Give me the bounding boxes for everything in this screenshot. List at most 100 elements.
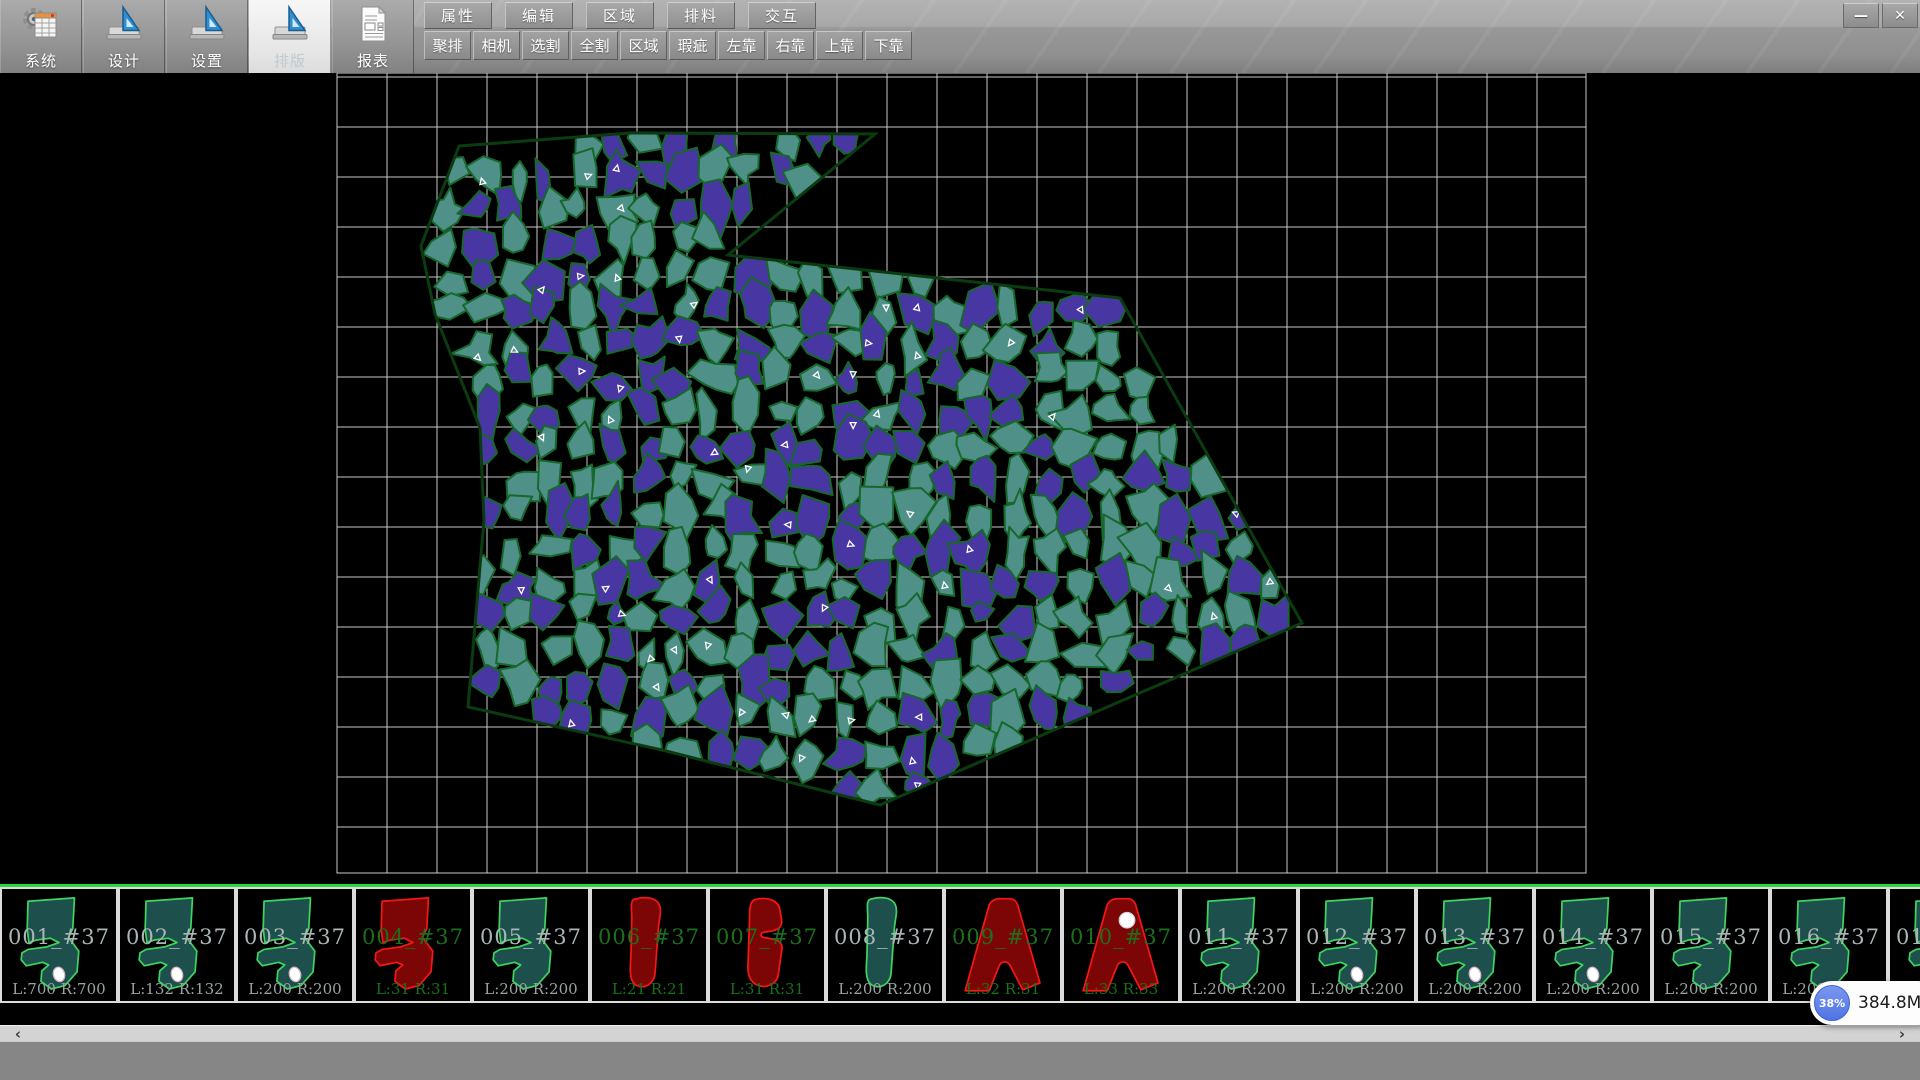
top-toolbar: 系统 设计 设置 排版 报表 属性编辑区域排料交互 聚排相机选割全割区域瑕 [0, 0, 1920, 73]
progress-circle: 38% [1814, 985, 1850, 1021]
menu-tab-2[interactable]: 编辑 [505, 2, 573, 29]
toolbar-button-label: 报表 [357, 50, 389, 71]
part-thumbnail-1[interactable]: 001_#37 L:700 R:700 [0, 887, 118, 1003]
menu-tab-5[interactable]: 交互 [748, 2, 816, 29]
part-size: L:200 R:200 [828, 980, 942, 998]
toolbar-button-2[interactable]: 设计 [83, 0, 165, 73]
part-thumbnail-15[interactable]: 015_#37 L:200 R:200 [1652, 887, 1770, 1003]
part-name: 005_#37 [474, 925, 588, 949]
part-name: 016_#37 [1772, 925, 1886, 949]
nested-pieces [423, 112, 1288, 806]
part-name: 017_#37 [1890, 925, 1920, 949]
tool-button-3[interactable]: 选割 [522, 31, 569, 60]
nesting-canvas[interactable] [0, 73, 1920, 884]
part-name: 006_#37 [592, 925, 706, 949]
minimize-button[interactable]: — [1843, 3, 1879, 28]
part-name: 015_#37 [1654, 925, 1768, 949]
minimize-icon: — [1854, 8, 1868, 24]
part-name: 007_#37 [710, 925, 824, 949]
toolbar-button-label: 设计 [108, 50, 140, 71]
menu-tab-4[interactable]: 排料 [667, 2, 735, 29]
part-size: L:200 R:200 [1182, 980, 1296, 998]
part-size: L:200 R:200 [238, 980, 352, 998]
toolbar-button-3[interactable]: 设置 [166, 0, 248, 73]
memory-usage-pill[interactable]: 38% 384.8M [1810, 981, 1920, 1025]
part-name: 010_#37 [1064, 925, 1178, 949]
toolbar-button-4[interactable]: 排版 [249, 0, 331, 73]
menu-tab-3[interactable]: 区域 [586, 2, 654, 29]
part-size: L:700 R:700 [2, 980, 116, 998]
toolbar-button-label: 设置 [191, 50, 223, 71]
part-thumbnail-14[interactable]: 014_#37 L:200 R:200 [1534, 887, 1652, 1003]
tool-button-10[interactable]: 下靠 [865, 31, 912, 60]
part-name: 012_#37 [1300, 925, 1414, 949]
toolbar-button-5[interactable]: 报表 [332, 0, 414, 73]
part-name: 002_#37 [120, 925, 234, 949]
part-thumbnail-4[interactable]: 004_#37 L:31 R:31 [354, 887, 472, 1003]
app-window: 系统 设计 设置 排版 报表 属性编辑区域排料交互 聚排相机选割全割区域瑕 [0, 0, 1920, 1080]
settings-icon [187, 4, 227, 48]
part-name: 004_#37 [356, 925, 470, 949]
part-size: L:31 R:31 [356, 980, 470, 998]
canvas-area[interactable] [0, 73, 1920, 884]
part-name: 014_#37 [1536, 925, 1650, 949]
part-size: L:33 R:33 [1064, 980, 1178, 998]
part-size: L:200 R:200 [1300, 980, 1414, 998]
part-size: L:32 R:31 [946, 980, 1060, 998]
part-thumbnail-6[interactable]: 006_#37 L:21 R:21 [590, 887, 708, 1003]
window-controls: — ✕ [1843, 3, 1918, 28]
tool-button-1[interactable]: 聚排 [424, 31, 471, 60]
part-name: 003_#37 [238, 925, 352, 949]
tool-button-4[interactable]: 全割 [571, 31, 618, 60]
part-size: L:31 R:31 [710, 980, 824, 998]
part-size: L:200 R:200 [474, 980, 588, 998]
tool-button-bar: 聚排相机选割全割区域瑕疵左靠右靠上靠下靠 [424, 31, 914, 60]
part-thumbnail-8[interactable]: 008_#37 L:200 R:200 [826, 887, 944, 1003]
part-thumbnail-5[interactable]: 005_#37 L:200 R:200 [472, 887, 590, 1003]
menu-tab-1[interactable]: 属性 [424, 2, 492, 29]
part-name: 011_#37 [1182, 925, 1296, 949]
system-icon [21, 4, 61, 48]
part-thumbnail-10[interactable]: 010_#37 L:33 R:33 [1062, 887, 1180, 1003]
progress-value: 38% [1819, 997, 1845, 1010]
tool-button-2[interactable]: 相机 [473, 31, 520, 60]
part-name: 008_#37 [828, 925, 942, 949]
toolbar-button-1[interactable]: 系统 [0, 0, 82, 73]
part-size: L:200 R:200 [1418, 980, 1532, 998]
part-thumbnail-13[interactable]: 013_#37 L:200 R:200 [1416, 887, 1534, 1003]
menu-tab-bar: 属性编辑区域排料交互 [424, 2, 829, 29]
main-toolbar: 系统 设计 设置 排版 报表 [0, 0, 415, 73]
part-thumbnail-9[interactable]: 009_#37 L:32 R:31 [944, 887, 1062, 1003]
horizontal-scrollbar[interactable]: ‹ › [0, 1025, 1920, 1041]
part-name: 001_#37 [2, 925, 116, 949]
part-thumbnail-2[interactable]: 002_#37 L:132 R:132 [118, 887, 236, 1003]
part-name: 013_#37 [1418, 925, 1532, 949]
part-thumbnail-12[interactable]: 012_#37 L:200 R:200 [1298, 887, 1416, 1003]
parts-panel: 001_#37 L:700 R:700 002_#37 L:132 R:132 … [0, 884, 1920, 1025]
part-size: L:200 R:200 [1536, 980, 1650, 998]
scroll-left-button[interactable]: ‹ [0, 1026, 36, 1042]
layout-icon [270, 4, 310, 48]
toolbar-button-label: 排版 [274, 50, 306, 71]
part-name: 009_#37 [946, 925, 1060, 949]
part-size: L:200 R:200 [1654, 980, 1768, 998]
parts-list: 001_#37 L:700 R:700 002_#37 L:132 R:132 … [0, 887, 1920, 1003]
part-thumbnail-11[interactable]: 011_#37 L:200 R:200 [1180, 887, 1298, 1003]
toolbar-button-label: 系统 [25, 50, 57, 71]
tool-button-8[interactable]: 右靠 [767, 31, 814, 60]
status-bar [0, 1041, 1920, 1080]
part-thumbnail-3[interactable]: 003_#37 L:200 R:200 [236, 887, 354, 1003]
tool-button-9[interactable]: 上靠 [816, 31, 863, 60]
memory-value: 384.8M [1858, 981, 1920, 1025]
close-button[interactable]: ✕ [1882, 3, 1918, 28]
part-size: L:21 R:21 [592, 980, 706, 998]
report-icon [353, 4, 393, 48]
scroll-right-button[interactable]: › [1884, 1026, 1920, 1042]
tool-button-6[interactable]: 瑕疵 [669, 31, 716, 60]
part-thumbnail-7[interactable]: 007_#37 L:31 R:31 [708, 887, 826, 1003]
tool-button-7[interactable]: 左靠 [718, 31, 765, 60]
part-size: L:132 R:132 [120, 980, 234, 998]
tool-button-5[interactable]: 区域 [620, 31, 667, 60]
close-icon: ✕ [1894, 8, 1906, 24]
design-icon [104, 4, 144, 48]
